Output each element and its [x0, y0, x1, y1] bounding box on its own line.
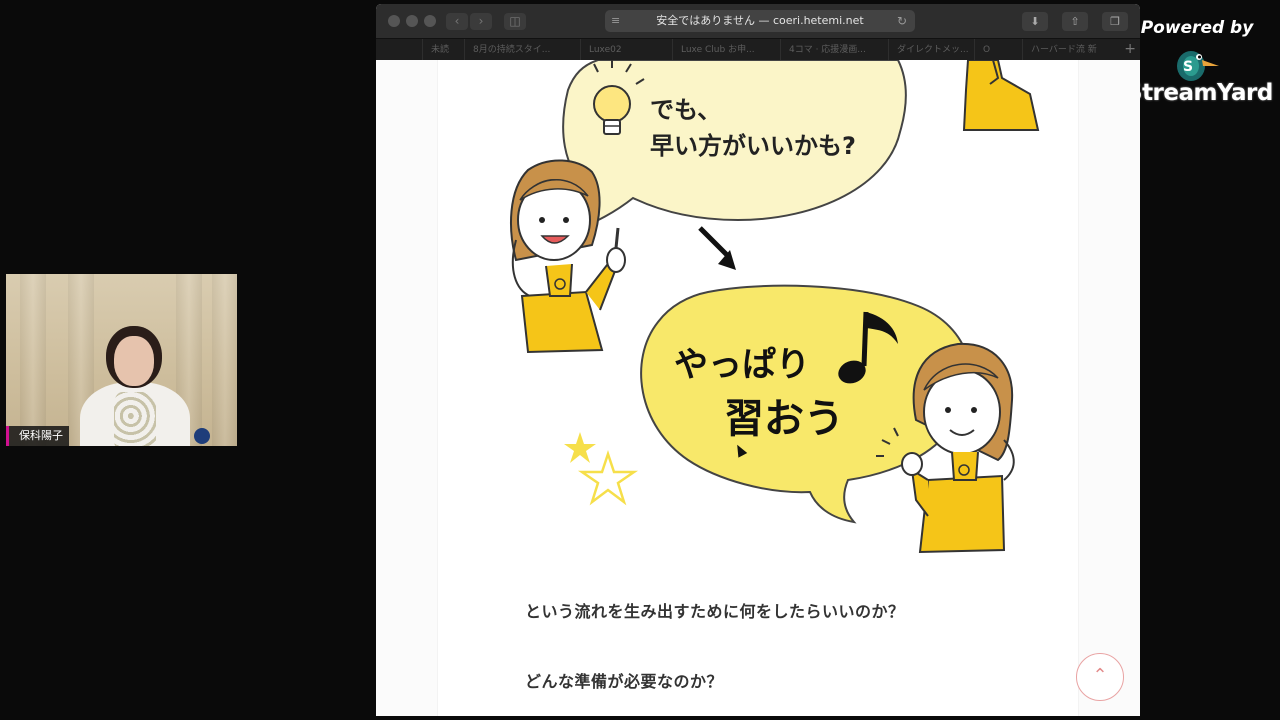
bookmark-item[interactable]: 4コマ · 応援漫画...	[780, 39, 866, 61]
sidebar-toggle-button[interactable]: ◫	[504, 13, 526, 30]
down-right-arrow-icon	[698, 226, 736, 270]
scroll-to-top-button[interactable]: ⌃	[1076, 653, 1124, 701]
powered-by-text: Powered by	[1140, 18, 1254, 38]
back-button[interactable]: ‹	[446, 13, 468, 30]
share-button[interactable]: ⇧	[1062, 12, 1088, 31]
zoom-window-icon[interactable]	[424, 15, 436, 27]
close-window-icon[interactable]	[388, 15, 400, 27]
bubble2-line2: 習おう	[724, 396, 844, 442]
minimize-window-icon[interactable]	[406, 15, 418, 27]
browser-window: ‹ › ◫ ≡ 安全ではありません — coeri.hetemi.net ↻ ⬇…	[376, 4, 1140, 716]
stream-canvas: 保科陽子 Powered by S StreamYard ‹ › ◫ ≡ 安全で…	[0, 0, 1280, 720]
bookmarks-bar: 未読 8月の持続スタイ... Luxe02 Luxe Club お申... 4コ…	[376, 38, 1140, 61]
star-outline-icon	[577, 450, 639, 506]
bookmark-item[interactable]: ダイレクトメッ...	[888, 39, 968, 61]
presenter-blouse	[114, 392, 156, 446]
manga-illustration: でも、 早い方がいいかも? やっぱり 習おう	[510, 60, 1040, 554]
top-right-character	[962, 60, 1040, 131]
paragraph-text: という流れを生み出すために何をしたらいいのか？	[525, 602, 905, 621]
article-column: でも、 早い方がいいかも? やっぱり 習おう という流れを生み出すために何をした…	[438, 60, 1078, 716]
webcam-feed	[6, 274, 237, 446]
bookmark-item[interactable]: O	[974, 39, 998, 61]
streamyard-duck-logo-icon: S	[1177, 51, 1219, 81]
bookmark-item[interactable]: 8月の持続スタイ...	[464, 39, 558, 61]
streamyard-branding: Powered by S StreamYard	[1126, 18, 1273, 106]
bookmark-item[interactable]: 未読	[422, 39, 452, 61]
address-bar[interactable]: ≡ 安全ではありません — coeri.hetemi.net ↻	[605, 10, 915, 32]
participant-name-label: 保科陽子	[6, 426, 69, 446]
bookmark-item[interactable]: ハーバード流 新	[1022, 39, 1108, 61]
tab-overview-button[interactable]: ❐	[1102, 12, 1128, 31]
star-filled-icon	[564, 432, 596, 463]
microphone-icon	[194, 428, 210, 444]
new-tab-icon[interactable]: +	[1124, 41, 1136, 57]
paragraph-text: どんな準備が必要なのか？	[525, 672, 724, 691]
streamyard-name: StreamYard	[1126, 80, 1273, 106]
svg-text:S: S	[1183, 59, 1193, 75]
bubble1-line2: 早い方がいいかも?	[650, 132, 856, 160]
download-button[interactable]: ⬇	[1022, 12, 1048, 31]
presenter-face	[114, 336, 154, 386]
browser-titlebar: ‹ › ◫ ≡ 安全ではありません — coeri.hetemi.net ↻ ⬇…	[376, 4, 1140, 38]
bubble2-line1: やっぱり	[674, 345, 810, 385]
bookmark-item[interactable]: Luxe02	[580, 39, 660, 61]
web-page: でも、 早い方がいいかも? やっぱり 習おう という流れを生み出すために何をした…	[376, 60, 1140, 716]
reader-view-icon[interactable]: ≡	[611, 10, 620, 32]
address-text: 安全ではありません — coeri.hetemi.net	[656, 14, 864, 27]
forward-button[interactable]: ›	[470, 13, 492, 30]
chevron-up-icon: ⌃	[1092, 665, 1108, 686]
bubble1-line1: でも、	[650, 96, 721, 124]
bookmark-item[interactable]: Luxe Club お申...	[672, 39, 756, 61]
reload-icon[interactable]: ↻	[897, 10, 907, 32]
